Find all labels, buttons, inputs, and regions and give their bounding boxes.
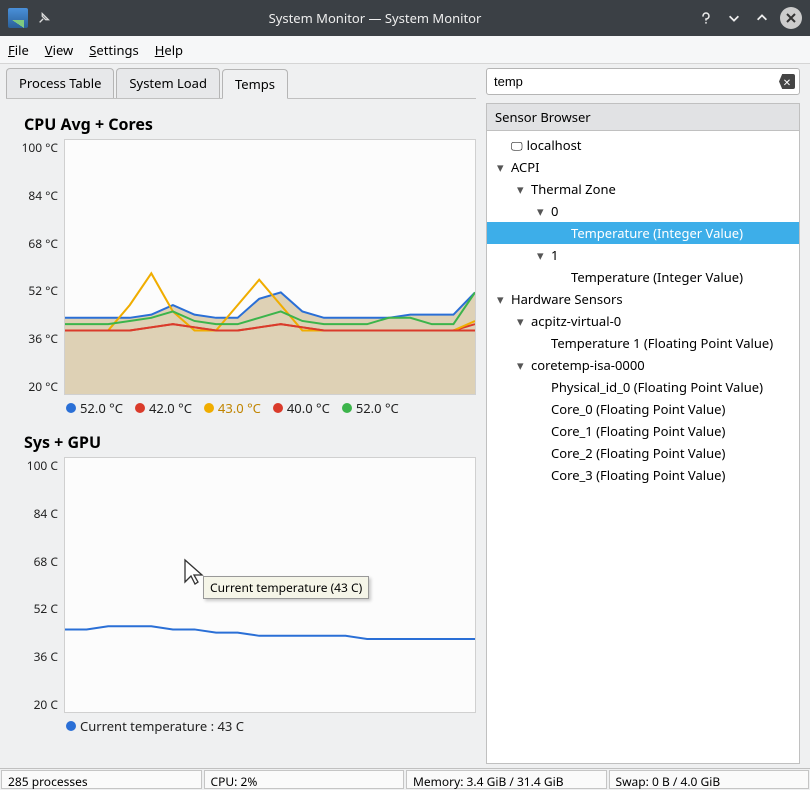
tree-item-label: Core_1 (Floating Point Value) (551, 422, 725, 440)
chart2-legend: Current temperature : 43 C (66, 717, 476, 735)
menu-view[interactable]: View (45, 41, 73, 59)
chart1-plot[interactable] (64, 139, 476, 395)
tree-item-label: coretemp-isa-0000 (531, 356, 645, 374)
tree-item[interactable]: 🖵localhost (487, 134, 799, 156)
tree-item-label: Temperature (Integer Value) (571, 268, 743, 286)
tree-item-label: localhost (527, 136, 582, 154)
sensor-tree[interactable]: 🖵localhost▾ACPI▾Thermal Zone▾0Temperatur… (486, 131, 800, 764)
tree-item[interactable]: ▾Hardware Sensors (487, 288, 799, 310)
expand-arrow-icon[interactable]: ▾ (537, 202, 551, 220)
tab-process-table[interactable]: Process Table (6, 68, 114, 98)
tree-item[interactable]: ▾1 (487, 244, 799, 266)
tabs: Process Table System Load Temps (6, 68, 476, 99)
tree-item[interactable]: Temperature (Integer Value) (487, 266, 799, 288)
expand-arrow-icon[interactable]: ▾ (497, 158, 511, 176)
search-input[interactable] (491, 71, 779, 92)
menu-file[interactable]: File (8, 41, 29, 59)
legend-dot (273, 403, 283, 413)
menu-help[interactable]: Help (155, 41, 183, 59)
expand-arrow-icon[interactable]: ▾ (517, 180, 531, 198)
tree-item[interactable]: Temperature (Integer Value) (487, 222, 799, 244)
tree-item-label: Physical_id_0 (Floating Point Value) (551, 378, 763, 396)
expand-arrow-icon[interactable]: ▾ (517, 312, 531, 330)
tree-item[interactable]: ▾Thermal Zone (487, 178, 799, 200)
chart2-plot[interactable]: Current temperature (43 C) (64, 457, 476, 713)
legend-item: 52.0 °C (66, 399, 123, 417)
tab-system-load[interactable]: System Load (116, 68, 220, 98)
legend-item: 52.0 °C (342, 399, 399, 417)
status-swap: Swap: 0 B / 4.0 GiB (609, 770, 810, 789)
cursor-icon (183, 558, 205, 586)
tree-item-label: Core_0 (Floating Point Value) (551, 400, 725, 418)
help-icon[interactable] (696, 8, 716, 28)
legend-dot (66, 403, 76, 413)
search-row: ✕ (486, 68, 800, 95)
chevron-down-icon[interactable] (724, 8, 744, 28)
legend-dot (66, 721, 76, 731)
chart2: 100 C84 C68 C52 C36 C20 C Current temper… (6, 457, 476, 713)
legend-item: 42.0 °C (135, 399, 192, 417)
status-memory: Memory: 3.4 GiB / 31.4 GiB (406, 770, 607, 789)
app-icon (8, 8, 28, 28)
tree-item-label: Thermal Zone (531, 180, 616, 198)
legend-item: 43.0 °C (204, 399, 261, 417)
chart1-title: CPU Avg + Cores (24, 113, 476, 135)
expand-arrow-icon[interactable]: ▾ (497, 290, 511, 308)
tree-item[interactable]: ▾ACPI (487, 156, 799, 178)
pin-icon[interactable] (34, 8, 54, 28)
legend-dot (204, 403, 214, 413)
statusbar: 285 processes CPU: 2% Memory: 3.4 GiB / … (0, 768, 810, 790)
tree-item[interactable]: Physical_id_0 (Floating Point Value) (487, 376, 799, 398)
tree-item-label: acpitz-virtual-0 (531, 312, 621, 330)
titlebar: System Monitor — System Monitor (0, 0, 810, 36)
tree-item[interactable]: Core_3 (Floating Point Value) (487, 464, 799, 486)
chart1: 100 °C84 °C68 °C52 °C36 °C20 °C (6, 139, 476, 395)
tree-item-label: 1 (551, 246, 558, 264)
legend-dot (135, 403, 145, 413)
tree-item[interactable]: Temperature 1 (Floating Point Value) (487, 332, 799, 354)
tree-item-label: Core_3 (Floating Point Value) (551, 466, 725, 484)
monitor-icon: 🖵 (511, 137, 523, 154)
chart1-legend: 52.0 °C 42.0 °C 43.0 °C 40.0 °C 52.0 °C (66, 399, 476, 417)
tree-item[interactable]: Core_0 (Floating Point Value) (487, 398, 799, 420)
tree-item-label: Temperature 1 (Floating Point Value) (551, 334, 773, 352)
close-button[interactable] (780, 7, 802, 29)
legend-dot (342, 403, 352, 413)
legend-item: 40.0 °C (273, 399, 330, 417)
tree-item-label: Temperature (Integer Value) (571, 224, 743, 242)
menubar: File View Settings Help (0, 36, 810, 64)
tree-item[interactable]: Core_1 (Floating Point Value) (487, 420, 799, 442)
menu-settings[interactable]: Settings (89, 41, 138, 59)
tree-item-label: ACPI (511, 158, 540, 176)
status-processes: 285 processes (1, 770, 202, 789)
tree-item[interactable]: ▾0 (487, 200, 799, 222)
expand-arrow-icon[interactable]: ▾ (517, 356, 531, 374)
tree-item[interactable]: ▾acpitz-virtual-0 (487, 310, 799, 332)
status-cpu: CPU: 2% (204, 770, 405, 789)
tree-item-label: Core_2 (Floating Point Value) (551, 444, 725, 462)
sensor-browser-title: Sensor Browser (486, 103, 800, 131)
tab-temps[interactable]: Temps (222, 69, 288, 99)
clear-search-button[interactable]: ✕ (779, 74, 795, 89)
legend-item: Current temperature : 43 C (66, 717, 244, 735)
expand-arrow-icon[interactable]: ▾ (537, 246, 551, 264)
tree-item-label: Hardware Sensors (511, 290, 623, 308)
tree-item-label: 0 (551, 202, 558, 220)
tree-item[interactable]: ▾coretemp-isa-0000 (487, 354, 799, 376)
chart2-tooltip: Current temperature (43 C) (203, 576, 369, 599)
chevron-up-icon[interactable] (752, 8, 772, 28)
tree-item[interactable]: Core_2 (Floating Point Value) (487, 442, 799, 464)
chart2-title: Sys + GPU (24, 431, 476, 453)
window-title: System Monitor — System Monitor (54, 9, 696, 27)
